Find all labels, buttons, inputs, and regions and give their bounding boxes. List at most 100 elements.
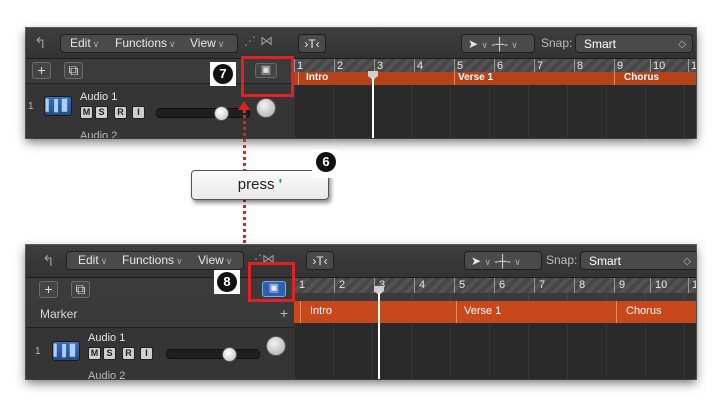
- bottom-solo-button[interactable]: S: [103, 347, 116, 360]
- marker[interactable]: [616, 301, 617, 323]
- step-badge-7: 7: [213, 64, 233, 84]
- bottom-marker-verse[interactable]: Verse 1: [464, 305, 501, 317]
- bottom-record-button[interactable]: R: [122, 347, 135, 360]
- marker-track-header[interactable]: Marker +: [26, 301, 294, 328]
- duplicate-icon: ⧉: [68, 62, 79, 78]
- top-view-menu[interactable]: View ∨: [190, 34, 224, 53]
- bar-number: 9: [617, 60, 624, 72]
- marker[interactable]: [454, 72, 455, 85]
- bottom-volume-slider[interactable]: [166, 349, 260, 359]
- bar-tick: [688, 278, 689, 293]
- callout-text: press: [237, 176, 275, 193]
- bottom-playhead[interactable]: [378, 293, 380, 379]
- bottom-toolbar: ↰ Edit ∨ Functions ∨ View ∨ ⋰ ⋈ ›T‹ ➤ ∨ -┼-…: [26, 245, 696, 278]
- bar-tick: [650, 59, 651, 72]
- top-marker-strip[interactable]: Intro Verse 1 Chorus: [294, 72, 696, 85]
- bottom-marker-intro[interactable]: Intro: [310, 305, 332, 317]
- back-arrow-icon[interactable]: ↰: [34, 34, 47, 52]
- bar-tick: [294, 59, 295, 72]
- bottom-volume-knob[interactable]: [222, 347, 237, 362]
- bottom-duplicate-track-button[interactable]: ⧉: [71, 281, 90, 298]
- back-arrow-icon[interactable]: ↰: [42, 252, 55, 270]
- bar-number: 1: [297, 60, 304, 72]
- arrow-up-icon: [238, 101, 250, 110]
- bottom-highlight-box: [248, 262, 295, 302]
- top-volume-knob[interactable]: [214, 106, 229, 121]
- top-pan-knob[interactable]: [256, 98, 276, 118]
- step-badge-6: 6: [316, 152, 336, 172]
- top-marker-verse[interactable]: Verse 1: [458, 72, 493, 83]
- top-add-track-button[interactable]: +: [32, 62, 51, 79]
- pointer-icon: ➤: [471, 254, 482, 268]
- top-playhead[interactable]: [372, 78, 374, 138]
- bottom-next-track-name: Audio 2: [88, 370, 126, 379]
- bar-tick: [414, 278, 415, 293]
- bar-tick: [574, 59, 575, 72]
- bar-number: 5: [457, 60, 464, 72]
- top-next-track-name: Audio 2: [80, 130, 118, 138]
- top-marker-intro[interactable]: Intro: [306, 72, 328, 83]
- marker[interactable]: [456, 301, 457, 323]
- bottom-track-row[interactable]: 1 ▍▌▋ Audio 1 M S R I Audio 2: [26, 328, 294, 379]
- bottom-view-menu[interactable]: View ∨: [198, 251, 232, 270]
- top-arrange-area[interactable]: [294, 85, 696, 138]
- bar-tick: [688, 59, 689, 72]
- bottom-add-track-button[interactable]: +: [39, 281, 58, 298]
- top-ruler[interactable]: 1 2 3 4 5 6 7 8 9 10 1: [294, 59, 696, 73]
- bar-number: 10: [653, 60, 666, 72]
- top-solo-button[interactable]: S: [95, 106, 108, 119]
- top-highlight-box: [241, 56, 294, 97]
- top-tool-selector[interactable]: ➤ ∨ -┼- ∨: [461, 34, 535, 53]
- marker[interactable]: [298, 72, 299, 85]
- bottom-mute-button[interactable]: M: [88, 347, 101, 360]
- bar-number: 4: [417, 60, 424, 72]
- bar-tick: [614, 59, 615, 72]
- bar-tick: [414, 59, 415, 72]
- top-edit-menu[interactable]: Edit ∨: [70, 34, 99, 53]
- bowtie-icon[interactable]: ⋈: [260, 33, 273, 49]
- bottom-ruler[interactable]: 1 2 3 4 5 6 7 8 9 10 1: [294, 278, 696, 294]
- bottom-marker-track[interactable]: Intro Verse 1 Chorus: [294, 301, 696, 323]
- bottom-track-number: 1: [35, 346, 41, 357]
- marker[interactable]: [300, 301, 301, 323]
- marker-track-label: Marker: [40, 307, 78, 321]
- top-record-button[interactable]: R: [114, 106, 127, 119]
- marker[interactable]: [614, 72, 615, 85]
- bar-number: 8: [579, 279, 586, 291]
- catch-icon[interactable]: ⋰: [244, 34, 256, 48]
- top-toolbar: ↰ Edit ∨ Functions ∨ View ∨ ⋰ ⋈ ›T‹ ➤ ∨ -┼-…: [26, 28, 696, 59]
- bottom-functions-menu[interactable]: Functions ∨: [122, 251, 183, 270]
- top-track-name[interactable]: Audio 1: [80, 91, 117, 103]
- top-marker-chorus[interactable]: Chorus: [624, 72, 659, 83]
- bottom-input-monitor-button[interactable]: I: [140, 347, 153, 360]
- bar-number: 1: [691, 60, 696, 72]
- bottom-tool-selector[interactable]: ➤ ∨ -┼- ∨: [464, 251, 542, 270]
- top-duplicate-track-button[interactable]: ⧉: [64, 62, 83, 79]
- top-volume-slider[interactable]: [156, 108, 250, 118]
- bar-tick: [494, 59, 495, 72]
- bar-tick: [650, 278, 651, 293]
- crosshair-icon: -┼-: [494, 254, 511, 268]
- top-smart-controls-button[interactable]: ›T‹: [298, 34, 326, 53]
- bottom-edit-menu[interactable]: Edit ∨: [78, 251, 107, 270]
- bar-number: 5: [459, 279, 466, 291]
- bottom-arrange-area[interactable]: [294, 324, 696, 379]
- top-input-monitor-button[interactable]: I: [132, 106, 145, 119]
- bar-tick: [614, 278, 615, 293]
- top-snap-select[interactable]: Smart ◇: [575, 34, 693, 53]
- top-mute-button[interactable]: M: [80, 106, 93, 119]
- bottom-pan-knob[interactable]: [266, 336, 286, 356]
- scissors-tool-icon: ›T‹: [312, 254, 328, 268]
- bottom-track-name[interactable]: Audio 1: [88, 332, 125, 344]
- add-marker-icon[interactable]: +: [280, 305, 288, 321]
- bar-number: 9: [619, 279, 626, 291]
- bottom-smart-controls-button[interactable]: ›T‹: [306, 251, 334, 270]
- top-snap-label: Snap:: [541, 36, 573, 50]
- bottom-snap-select[interactable]: Smart ◇: [580, 251, 696, 270]
- bar-number: 7: [539, 279, 546, 291]
- bottom-marker-chorus[interactable]: Chorus: [626, 305, 661, 317]
- bar-tick: [534, 59, 535, 72]
- bar-number: 1: [692, 279, 696, 291]
- top-functions-menu[interactable]: Functions ∨: [115, 34, 176, 53]
- callout-key: ': [278, 176, 283, 193]
